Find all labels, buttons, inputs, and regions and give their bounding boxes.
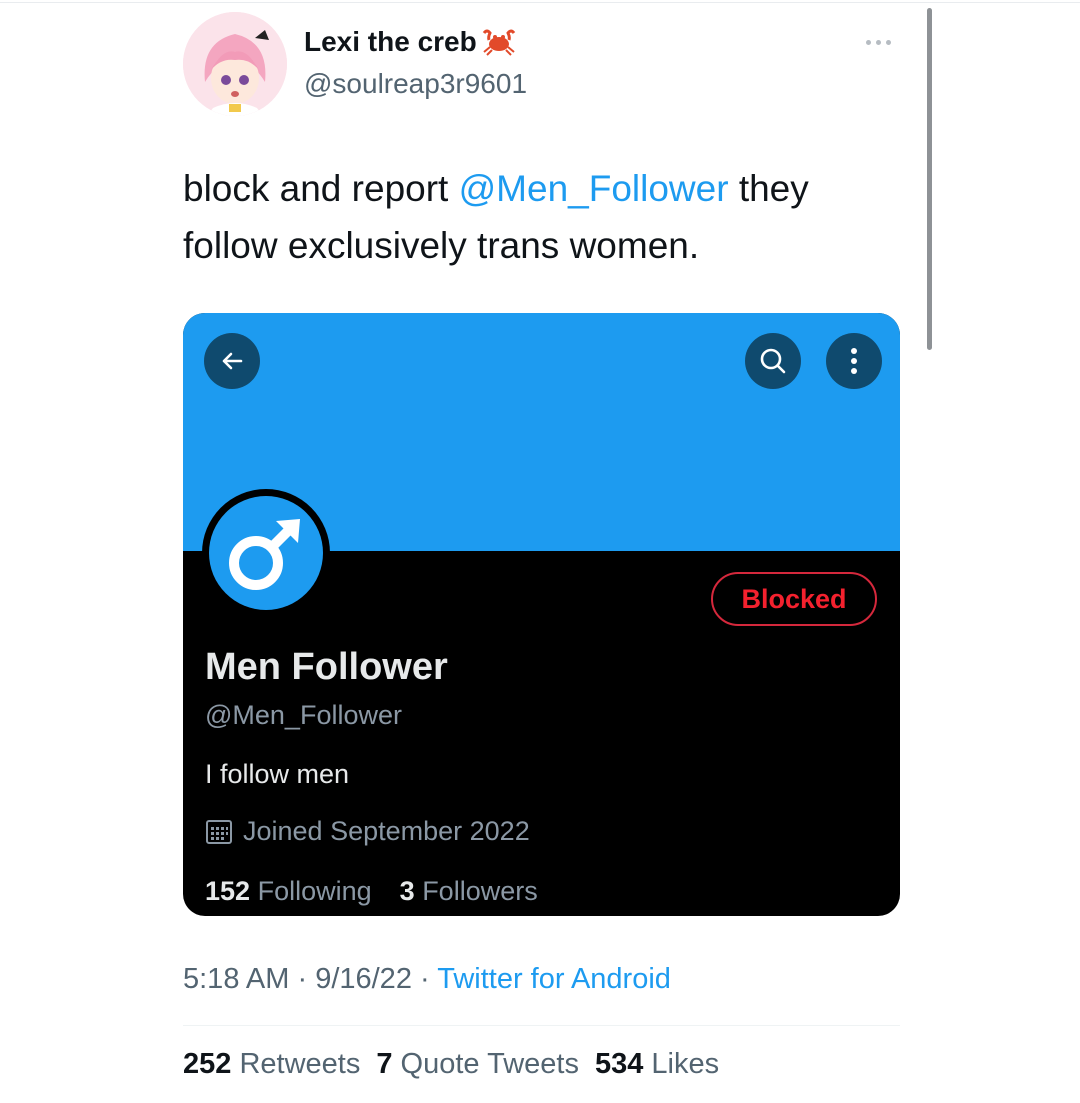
retweets-label: Retweets	[239, 1048, 361, 1080]
profile-bio: I follow men	[205, 759, 350, 789]
tweet-source-link[interactable]: Twitter for Android	[437, 963, 671, 995]
quote-tweets-link[interactable]: 7 Quote Tweets	[376, 1048, 579, 1081]
profile-avatar[interactable]	[202, 489, 330, 617]
back-button[interactable]	[204, 333, 260, 389]
likes-count: 534	[594, 1048, 644, 1080]
profile-stats: 152 Following 3 Followers	[205, 876, 538, 907]
crab-icon	[481, 27, 517, 57]
followers-label: Followers	[422, 876, 538, 906]
profile-name: Men Follower	[205, 646, 448, 688]
arrow-left-icon	[222, 352, 243, 370]
followers-link[interactable]: 3 Followers	[400, 876, 538, 907]
search-button[interactable]	[745, 333, 801, 389]
meta-separator: ·	[411, 963, 438, 995]
profile-handle: @Men_Follower	[205, 700, 402, 730]
anime-girl-avatar-icon	[183, 12, 287, 116]
author-display-name[interactable]: Lexi the creb	[304, 26, 517, 58]
more-options-icon[interactable]	[866, 36, 900, 48]
attached-image[interactable]: Blocked Men Follower @Men_Follower I fol…	[183, 313, 900, 916]
male-symbol-icon	[229, 519, 300, 590]
following-link[interactable]: 152 Following	[205, 876, 372, 907]
following-label: Following	[257, 876, 372, 906]
tweet-text-before: block and report	[183, 168, 459, 209]
top-divider	[0, 2, 1080, 3]
likes-label: Likes	[651, 1048, 720, 1080]
author-avatar[interactable]	[183, 12, 287, 116]
engagement-counts: 252 Retweets 7 Quote Tweets 534 Likes	[183, 1048, 719, 1081]
vertical-dots-icon	[851, 348, 857, 374]
calendar-icon	[206, 819, 232, 844]
following-count: 152	[205, 876, 251, 906]
overflow-menu-button[interactable]	[826, 333, 882, 389]
meta-separator: ·	[289, 963, 316, 995]
joined-date: Joined September 2022	[205, 816, 530, 847]
retweets-count: 252	[183, 1048, 232, 1080]
tweet-date[interactable]: 9/16/22	[315, 963, 412, 995]
tweet-time[interactable]: 5:18 AM	[183, 963, 289, 995]
retweets-link[interactable]: 252 Retweets	[183, 1048, 360, 1081]
search-icon	[760, 348, 786, 374]
author-name-text: Lexi the creb	[304, 26, 477, 57]
followers-count: 3	[399, 876, 415, 906]
tweet-text: block and report @Men_Follower they foll…	[183, 160, 913, 274]
meta-divider	[183, 1025, 900, 1026]
tweet-meta: 5:18 AM · 9/16/22 · Twitter for Android	[183, 963, 671, 996]
author-handle[interactable]: @soulreap3r9601	[304, 68, 527, 100]
joined-text: Joined September 2022	[243, 816, 530, 846]
likes-link[interactable]: 534 Likes	[595, 1048, 719, 1081]
scrollbar[interactable]	[927, 8, 932, 350]
quotes-label: Quote Tweets	[400, 1048, 579, 1080]
blocked-button[interactable]: Blocked	[711, 572, 877, 626]
mention-link[interactable]: @Men_Follower	[459, 168, 729, 209]
quotes-count: 7	[376, 1048, 393, 1080]
